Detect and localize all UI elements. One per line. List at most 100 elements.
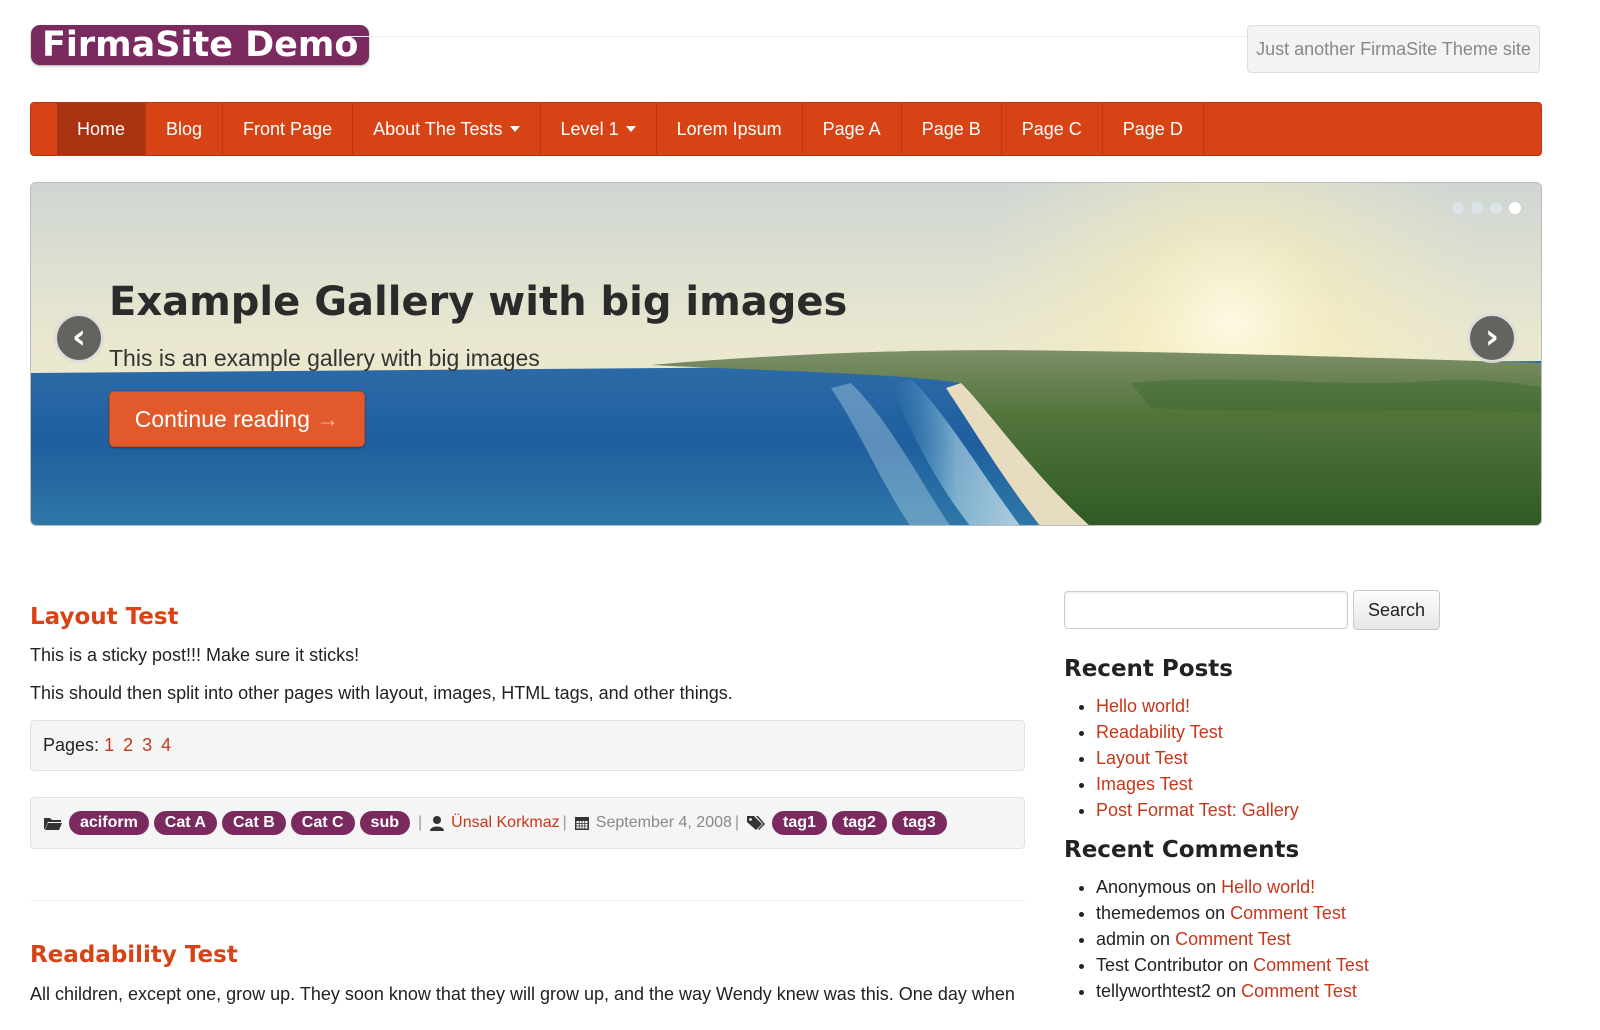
nav-label: Front Page (243, 119, 333, 139)
carousel-indicators (1452, 202, 1521, 214)
button-label: Continue reading (134, 406, 310, 432)
list-item: Post Format Test: Gallery (1096, 797, 1299, 823)
post-paragraph: This should then split into other pages … (30, 683, 733, 703)
list-item: tellyworthtest2 on Comment Test (1096, 978, 1369, 1004)
recent-post-link[interactable]: Post Format Test: Gallery (1096, 800, 1299, 820)
post-meta: aciform Cat A Cat B Cat C sub | Ünsal Ko… (30, 797, 1025, 849)
list-item: themedemos on Comment Test (1096, 900, 1369, 926)
nav-label: Page C (1021, 119, 1082, 139)
list-item: Readability Test (1096, 719, 1299, 745)
comment-author: themedemos (1096, 903, 1201, 923)
page-link[interactable]: 1 (104, 735, 114, 755)
page-link[interactable]: 4 (161, 735, 171, 755)
list-item: Images Test (1096, 771, 1299, 797)
category-badge[interactable]: Cat A (153, 811, 217, 835)
recent-posts-heading: Recent Posts (1064, 656, 1233, 682)
tag-badge[interactable]: tag2 (831, 811, 887, 835)
post-date: September 4, 2008 (595, 814, 732, 831)
post-pagination: Pages: 1 2 3 4 (30, 720, 1025, 771)
calendar-icon (574, 815, 590, 831)
recent-post-link[interactable]: Layout Test (1096, 748, 1188, 768)
carousel-dot[interactable] (1490, 202, 1502, 214)
caret-down-icon (509, 126, 520, 132)
author-link[interactable]: Ünsal Korkmaz (451, 814, 559, 832)
pages-label: Pages: (43, 735, 100, 755)
comment-author: Test Contributor (1096, 955, 1224, 975)
continue-reading-button[interactable]: Continue reading → (109, 391, 365, 447)
nav-item-lorem-ipsum[interactable]: Lorem Ipsum (657, 103, 803, 155)
folder-icon (43, 815, 63, 831)
arrow-right-icon: → (316, 406, 340, 432)
chevron-right-icon[interactable]: › (1467, 313, 1517, 363)
comment-author: Anonymous (1096, 877, 1192, 897)
caret-down-icon (625, 126, 636, 132)
tags-icon (746, 815, 766, 831)
nav-label: Lorem Ipsum (676, 119, 782, 139)
post-divider (30, 900, 1025, 901)
comment-post-link[interactable]: Hello world! (1221, 877, 1315, 897)
list-item: Hello world! (1096, 693, 1299, 719)
nav-label: Home (77, 119, 126, 139)
search-input[interactable] (1064, 591, 1348, 629)
list-item: admin on Comment Test (1096, 926, 1369, 952)
image-carousel: Example Gallery with big images This is … (30, 182, 1542, 526)
list-item: Layout Test (1096, 745, 1299, 771)
post-excerpt: All children, except one, grow up. They … (30, 984, 1015, 1004)
post-title[interactable]: Readability Test (30, 940, 238, 970)
nav-label: Level 1 (560, 119, 619, 139)
recent-posts-list: Hello world! Readability Test Layout Tes… (1064, 693, 1299, 823)
search-button[interactable]: Search (1353, 590, 1440, 630)
comment-post-link[interactable]: Comment Test (1241, 981, 1357, 1001)
on-word: on (1216, 981, 1237, 1001)
page-link[interactable]: 3 (142, 735, 152, 755)
carousel-dot-active[interactable] (1509, 202, 1521, 214)
tag-badge[interactable]: tag1 (772, 811, 827, 835)
nav-item-page-a[interactable]: Page A (803, 103, 902, 155)
list-item: Anonymous on Hello world! (1096, 874, 1369, 900)
nav-item-front-page[interactable]: Front Page (223, 103, 354, 155)
comment-post-link[interactable]: Comment Test (1253, 955, 1369, 975)
slide-subtitle: This is an example gallery with big imag… (109, 345, 540, 371)
comment-post-link[interactable]: Comment Test (1175, 929, 1291, 949)
recent-post-link[interactable]: Images Test (1096, 774, 1193, 794)
on-word: on (1150, 929, 1171, 949)
category-badge[interactable]: Cat C (290, 811, 355, 835)
category-badge[interactable]: aciform (69, 811, 149, 835)
comment-post-link[interactable]: Comment Test (1230, 903, 1346, 923)
category-badge[interactable]: Cat B (221, 811, 286, 835)
post-paragraph: This is a sticky post!!! Make sure it st… (30, 645, 360, 665)
nav-item-level-1[interactable]: Level 1 (541, 103, 657, 155)
nav-item-page-c[interactable]: Page C (1002, 103, 1103, 155)
category-badge[interactable]: sub (359, 811, 410, 835)
nav-item-page-d[interactable]: Page D (1103, 103, 1204, 155)
nav-label: About The Tests (373, 119, 503, 139)
comment-author: tellyworthtest2 (1096, 981, 1212, 1001)
nav-label: Blog (166, 119, 203, 139)
nav-item-home[interactable]: Home (57, 103, 147, 155)
tag-badge[interactable]: tag3 (891, 811, 947, 835)
slide-title: Example Gallery with big images (109, 279, 848, 325)
comment-author: admin (1096, 929, 1146, 949)
site-title[interactable]: FirmaSite Demo (31, 25, 370, 65)
page-link[interactable]: 2 (123, 735, 133, 755)
list-item: Test Contributor on Comment Test (1096, 952, 1369, 978)
nav-item-page-b[interactable]: Page B (902, 103, 1002, 155)
recent-comments-heading: Recent Comments (1064, 837, 1300, 863)
recent-post-link[interactable]: Hello world! (1096, 696, 1190, 716)
recent-comments-list: Anonymous on Hello world! themedemos on … (1064, 874, 1369, 1004)
meta-separator: | (734, 814, 740, 831)
recent-post-link[interactable]: Readability Test (1096, 722, 1223, 742)
meta-separator: | (418, 814, 423, 831)
on-word: on (1228, 955, 1249, 975)
chevron-left-icon[interactable]: ‹ (54, 313, 104, 363)
on-word: on (1205, 903, 1226, 923)
carousel-dot[interactable] (1452, 202, 1464, 214)
nav-item-blog[interactable]: Blog (146, 103, 224, 155)
nav-menu: Home Blog Front Page About The Tests Lev… (57, 103, 1204, 155)
carousel-dot[interactable] (1471, 202, 1483, 214)
nav-item-about-the-tests[interactable]: About The Tests (353, 103, 541, 155)
on-word: on (1196, 877, 1217, 897)
main-navbar: Home Blog Front Page About The Tests Lev… (30, 102, 1542, 156)
nav-label: Page B (921, 119, 981, 139)
post-title[interactable]: Layout Test (30, 602, 179, 632)
